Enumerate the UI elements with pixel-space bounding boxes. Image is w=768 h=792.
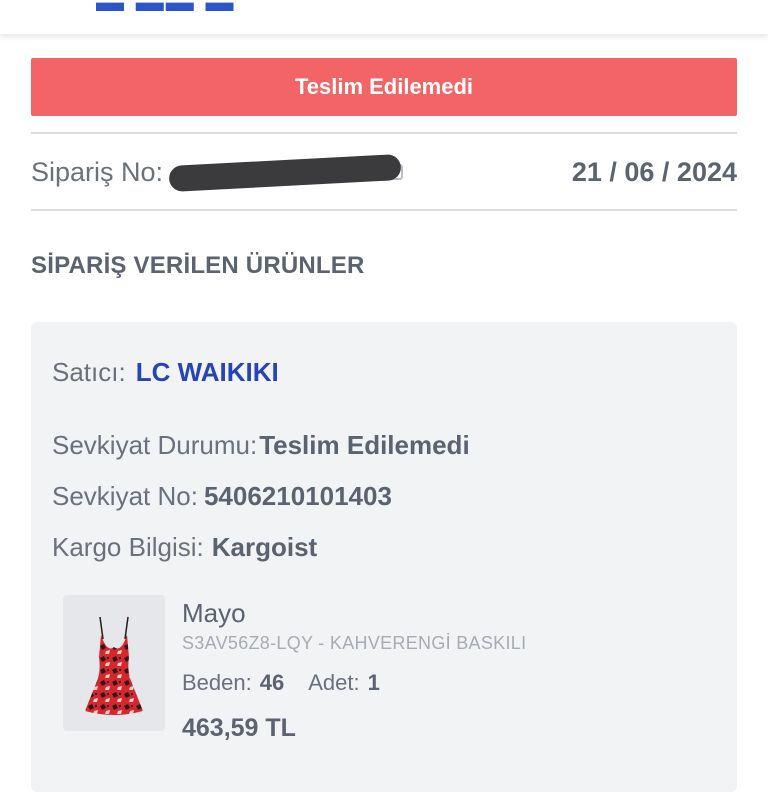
order-number-label: Sipariş No:	[31, 156, 164, 187]
status-banner-text: Teslim Edilemedi	[294, 74, 474, 99]
seller-name-link[interactable]: LC WAIKIKI	[136, 357, 279, 388]
product-details: Mayo S3AV56Z8-LQY - KAHVERENGİ BASKILI B…	[182, 598, 526, 743]
shipment-status-value: Teslim Edilemedi	[259, 430, 470, 460]
top-bar-title-cutoff: ▬ ▬▬ ▬	[96, 0, 236, 17]
order-number-value-redacted	[167, 153, 404, 193]
shipment-number-row: Sevkiyat No: 5406210101403	[52, 481, 392, 512]
quantity-value: 1	[367, 670, 380, 695]
status-banner: Teslim Edilemedi	[31, 58, 737, 116]
redaction-mark	[168, 153, 402, 193]
swimsuit-image	[85, 616, 143, 715]
seller-row: Satıcı: LC WAIKIKI	[52, 357, 279, 388]
quantity-label: Adet:	[308, 670, 360, 695]
shipment-number-label: Sevkiyat No:	[52, 481, 198, 511]
shipment-card: Satıcı: LC WAIKIKI Sevkiyat Durumu: Tesl…	[31, 322, 737, 792]
order-number: Sipariş No:	[31, 153, 404, 193]
cargo-value: Kargoist	[211, 532, 318, 562]
cargo-row: Kargo Bilgisi: Kargoist	[52, 532, 317, 563]
section-title: SİPARİŞ VERİLEN ÜRÜNLER	[31, 252, 365, 279]
product-image[interactable]	[63, 595, 165, 731]
shipment-status-label: Sevkiyat Durumu:	[52, 430, 258, 460]
size-label: Beden:	[182, 670, 252, 695]
top-app-bar: ▬ ▬▬ ▬	[0, 0, 768, 34]
order-info-row: Sipariş No: 21 / 06 / 2024	[31, 134, 737, 210]
product-name[interactable]: Mayo	[182, 598, 526, 629]
shipment-number-value: 5406210101403	[203, 481, 392, 511]
order-date: 21 / 06 / 2024	[571, 156, 737, 187]
product-sku: S3AV56Z8-LQY - KAHVERENGİ BASKILI	[182, 633, 527, 653]
shipment-status-row: Sevkiyat Durumu: Teslim Edilemedi	[52, 430, 470, 461]
product-price: 463,59 TL	[182, 714, 296, 742]
divider-bottom	[31, 209, 737, 211]
cargo-label: Kargo Bilgisi:	[52, 532, 204, 562]
size-value: 46	[259, 670, 285, 695]
seller-label: Satıcı:	[52, 357, 126, 387]
product-meta: Beden: 46 Adet: 1	[182, 670, 526, 696]
